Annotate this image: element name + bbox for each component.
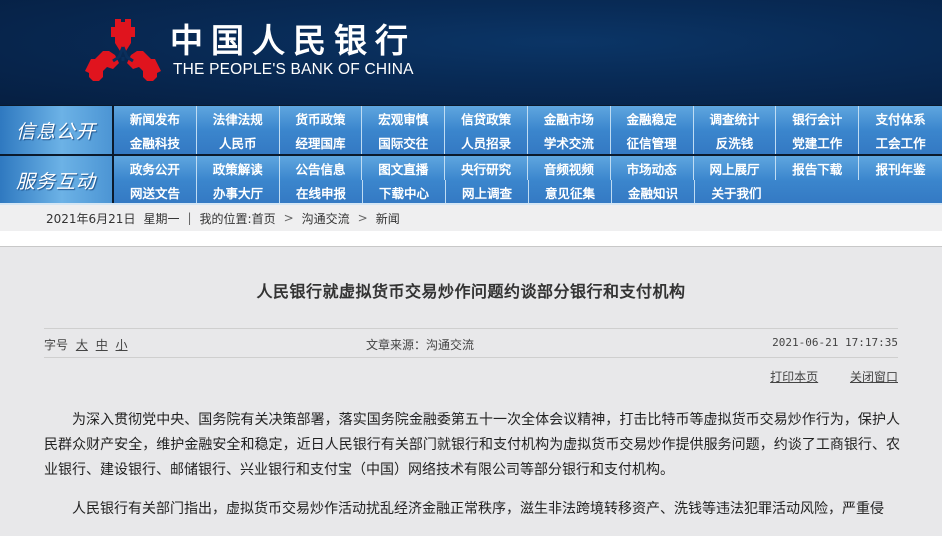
font-size-small-link[interactable]: 小 [116,338,128,352]
font-size-large-link[interactable]: 大 [76,338,88,352]
nav-item[interactable]: 人员招录 [445,130,528,154]
nav-item[interactable]: 网上展厅 [694,156,777,180]
article: 人民银行就虚拟货币交易炒作问题约谈部分银行和支付机构 字号 大 中 小 文章来源… [0,248,942,530]
main-navigation: 信息公开 新闻发布 法律法规 货币政策 宏观审慎 信贷政策 金融市场 金融稳定 … [0,105,942,204]
chevron-right-icon: > [357,211,368,225]
nav-item[interactable]: 金融知识 [612,180,695,204]
nav-item[interactable]: 法律法规 [197,106,280,130]
nav-group-service: 服务互动 政务公开 政策解读 公告信息 图文直播 央行研究 音频视频 市场动态 … [0,156,942,204]
nav-item[interactable]: 货币政策 [280,106,363,130]
font-size-medium-link[interactable]: 中 [96,338,108,352]
nav-item[interactable]: 市场动态 [611,156,694,180]
nav-group-label: 信息公开 [0,106,112,154]
divider-bar [0,231,942,247]
site-title-en: THE PEOPLE'S BANK OF CHINA [173,61,414,78]
nav-item[interactable]: 国际交往 [362,130,446,154]
nav-item[interactable]: 反洗钱 [694,130,777,154]
nav-item[interactable]: 政策解读 [197,156,280,180]
nav-item[interactable]: 人民币 [197,130,280,154]
nav-group-label: 服务互动 [0,156,112,204]
article-title: 人民银行就虚拟货币交易炒作问题约谈部分银行和支付机构 [256,282,686,301]
article-datetime: 2021-06-21 17:17:35 [772,336,898,349]
nav-item[interactable]: 政务公开 [114,156,197,180]
article-body: 为深入贯彻党中央、国务院有关决策部署，落实国务院金融委第五十一次全体会议精神，打… [44,408,900,536]
article-paragraph: 人民银行有关部门指出，虚拟货币交易炒作活动扰乱经济金融正常秩序，滋生非法跨境转移… [72,501,884,517]
breadcrumb: 2021年6月21日 星期一 | 我的位置: 首页 > 沟通交流 > 新闻 [0,203,942,231]
nav-item[interactable]: 报告下载 [776,156,860,180]
nav-item[interactable]: 办事大厅 [197,180,280,204]
site-banner: 中国人民银行 THE PEOPLE'S BANK OF CHINA [0,0,942,105]
nav-item[interactable]: 金融科技 [114,130,197,154]
nav-group-info: 信息公开 新闻发布 法律法规 货币政策 宏观审慎 信贷政策 金融市场 金融稳定 … [0,106,942,154]
nav-item[interactable]: 图文直播 [362,156,446,180]
nav-item[interactable]: 公告信息 [280,156,363,180]
nav-item[interactable]: 金融稳定 [611,106,694,130]
nav-item[interactable]: 网上调查 [446,180,529,204]
site-title-cn: 中国人民银行 [170,21,416,60]
breadcrumb-divider: | [187,211,192,225]
nav-item[interactable]: 宏观审慎 [362,106,446,130]
nav-item[interactable]: 党建工作 [776,130,860,154]
nav-item[interactable]: 信贷政策 [445,106,528,130]
chevron-right-icon: > [283,211,294,225]
article-actions: 打印本页 关闭窗口 [742,368,898,385]
nav-item[interactable]: 意见征集 [529,180,612,204]
nav-item[interactable]: 网送文告 [114,180,197,204]
nav-item[interactable]: 征信管理 [611,130,694,154]
font-size-selector: 字号 大 中 小 [44,336,128,353]
nav-row: 政务公开 政策解读 公告信息 图文直播 央行研究 音频视频 市场动态 网上展厅 … [114,156,942,180]
nav-item[interactable]: 经理国库 [280,130,363,154]
location-label: 我的位置: [199,211,252,226]
breadcrumb-item-news[interactable]: 新闻 [376,210,400,227]
print-page-link[interactable]: 打印本页 [770,370,818,384]
nav-item[interactable]: 关于我们 [695,180,778,204]
nav-item[interactable]: 下载中心 [363,180,446,204]
current-date: 2021年6月21日 [46,211,136,226]
breadcrumb-item-communication[interactable]: 沟通交流 [302,210,350,227]
pboc-logo-icon [85,19,161,81]
article-source: 文章来源：沟通交流 [366,338,475,352]
nav-items: 新闻发布 法律法规 货币政策 宏观审慎 信贷政策 金融市场 金融稳定 调查统计 … [114,106,942,154]
nav-item[interactable]: 新闻发布 [114,106,197,130]
current-weekday: 星期一 [143,211,180,226]
font-size-label: 字号 [44,338,69,352]
nav-item[interactable]: 调查统计 [694,106,777,130]
nav-item[interactable]: 工会工作 [859,130,942,154]
close-window-link[interactable]: 关闭窗口 [850,370,898,384]
nav-item[interactable]: 音频视频 [528,156,611,180]
nav-item[interactable]: 学术交流 [528,130,611,154]
nav-item[interactable]: 金融市场 [528,106,611,130]
breadcrumb-item-home[interactable]: 首页 [252,210,276,227]
nav-item[interactable]: 在线申报 [280,180,363,204]
nav-items: 政务公开 政策解读 公告信息 图文直播 央行研究 音频视频 市场动态 网上展厅 … [114,156,942,204]
nav-item[interactable]: 银行会计 [776,106,860,130]
nav-item[interactable]: 央行研究 [445,156,528,180]
nav-row: 金融科技 人民币 经理国库 国际交往 人员招录 学术交流 征信管理 反洗钱 党建… [114,130,942,154]
article-meta: 字号 大 中 小 文章来源：沟通交流 2021-06-21 17:17:35 [44,328,898,358]
nav-item[interactable]: 支付体系 [859,106,942,130]
nav-row: 网送文告 办事大厅 在线申报 下载中心 网上调查 意见征集 金融知识 关于我们 [114,180,942,204]
article-paragraph: 为深入贯彻党中央、国务院有关决策部署，落实国务院金融委第五十一次全体会议精神，打… [44,412,900,478]
nav-row: 新闻发布 法律法规 货币政策 宏观审慎 信贷政策 金融市场 金融稳定 调查统计 … [114,106,942,130]
nav-item[interactable]: 报刊年鉴 [859,156,942,180]
